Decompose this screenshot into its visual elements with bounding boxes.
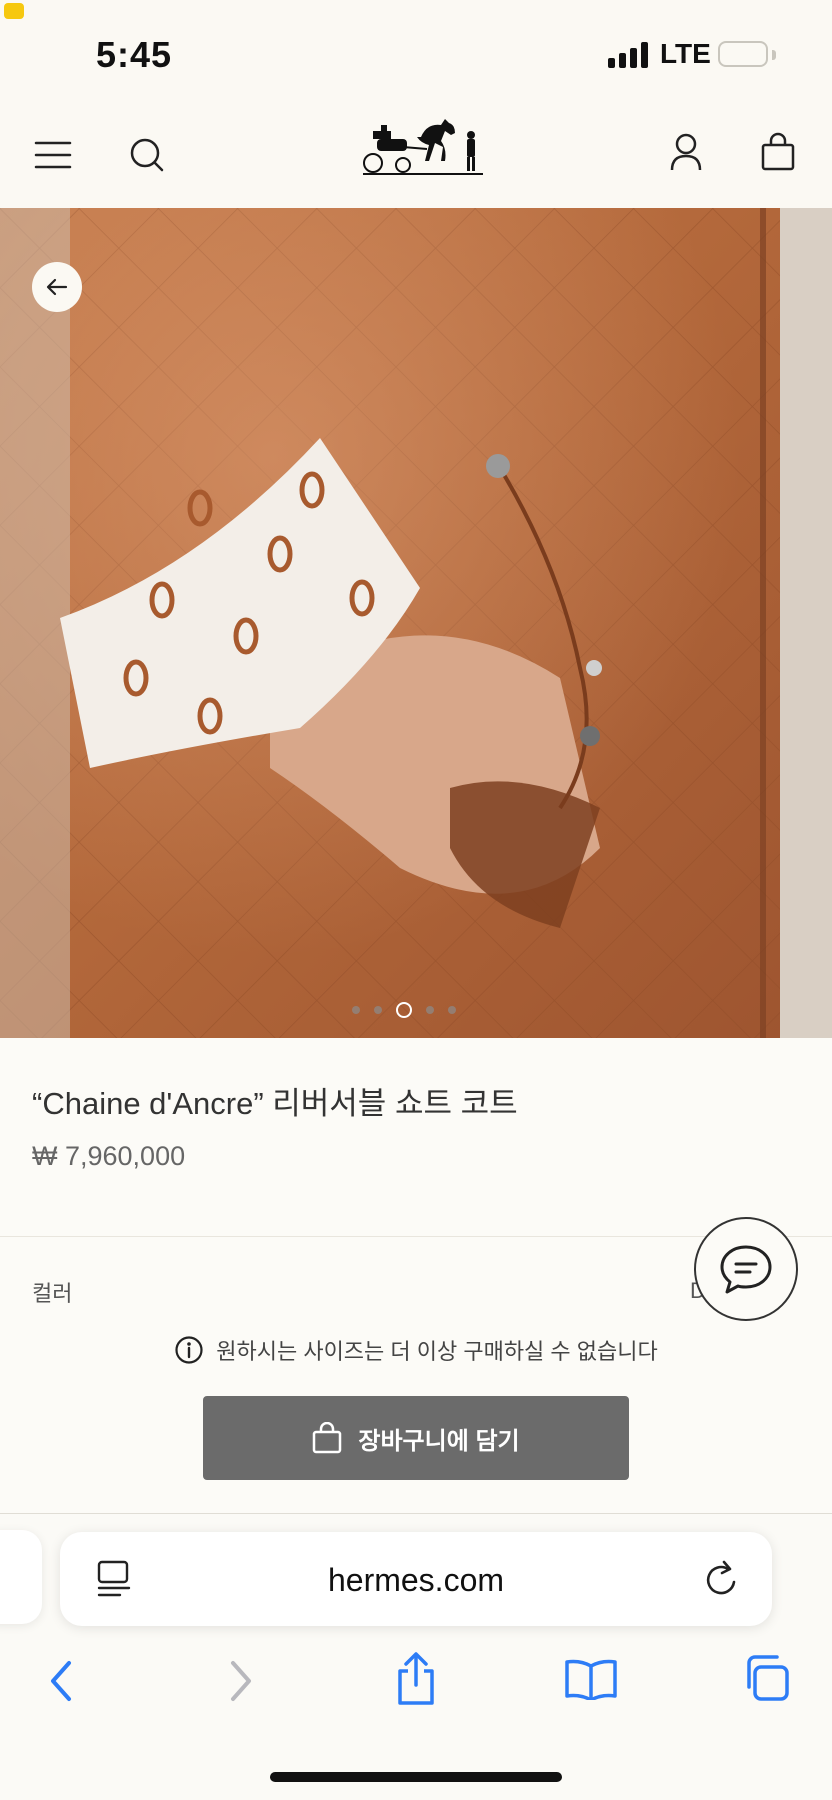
- previous-tab-preview[interactable]: [0, 1530, 42, 1624]
- back-button[interactable]: [32, 262, 82, 312]
- carousel-dot[interactable]: [352, 1006, 360, 1014]
- back-nav-button[interactable]: [36, 1656, 86, 1706]
- battery-level: [4, 3, 24, 19]
- user-icon[interactable]: [664, 130, 708, 174]
- hamburger-menu-icon[interactable]: [30, 132, 76, 178]
- reload-icon[interactable]: [702, 1558, 742, 1600]
- bookmarks-button[interactable]: [562, 1656, 620, 1702]
- status-time: 5:45: [96, 34, 173, 75]
- info-icon: [175, 1336, 203, 1364]
- address-bar[interactable]: hermes.com: [60, 1532, 772, 1626]
- carousel-dot-active[interactable]: [396, 1002, 412, 1018]
- arrow-left-icon: [46, 278, 68, 296]
- carousel-dot[interactable]: [426, 1006, 434, 1014]
- add-to-cart-label: 장바구니에 담기: [358, 1427, 520, 1455]
- product-price: ₩ 7,960,000: [32, 1141, 186, 1171]
- chat-button[interactable]: [694, 1217, 798, 1321]
- url-text[interactable]: hermes.com: [60, 1562, 772, 1599]
- carousel-indicator[interactable]: [352, 1002, 456, 1018]
- share-button[interactable]: [390, 1650, 442, 1708]
- product-title: “Chaine d'Ancre” 리버서블 쇼트 코트: [32, 1086, 518, 1121]
- hermes-carriage-logo[interactable]: [358, 116, 490, 180]
- share-icon: [398, 1652, 434, 1705]
- home-indicator[interactable]: [270, 1772, 562, 1782]
- network-label: LTE: [660, 38, 711, 69]
- notice-text: 원하시는 사이즈는 더 이상 구매하실 수 없습니다: [216, 1339, 658, 1364]
- signal-icon: [608, 42, 648, 68]
- forward-nav-button[interactable]: [216, 1656, 266, 1706]
- book-icon: [565, 1659, 617, 1700]
- chevron-left-icon: [51, 1661, 71, 1701]
- shopping-bag-icon: [313, 1422, 342, 1454]
- shopping-bag-icon[interactable]: [756, 130, 800, 174]
- chevron-right-icon: [231, 1661, 251, 1701]
- search-icon[interactable]: [124, 132, 170, 178]
- availability-notice: 원하시는 사이즈는 더 이상 구매하실 수 없습니다: [0, 1334, 832, 1366]
- color-label: 컬러: [32, 1281, 73, 1306]
- carousel-dot[interactable]: [374, 1006, 382, 1014]
- battery-icon: [718, 41, 768, 67]
- product-image[interactable]: [0, 208, 832, 1038]
- chat-bubble-icon: [720, 1245, 772, 1294]
- tabs-button[interactable]: [740, 1652, 792, 1704]
- battery-cap: [772, 50, 776, 60]
- add-to-cart-button[interactable]: 장바구니에 담기: [203, 1396, 629, 1480]
- carousel-dot[interactable]: [448, 1006, 456, 1014]
- tabs-icon: [747, 1655, 789, 1701]
